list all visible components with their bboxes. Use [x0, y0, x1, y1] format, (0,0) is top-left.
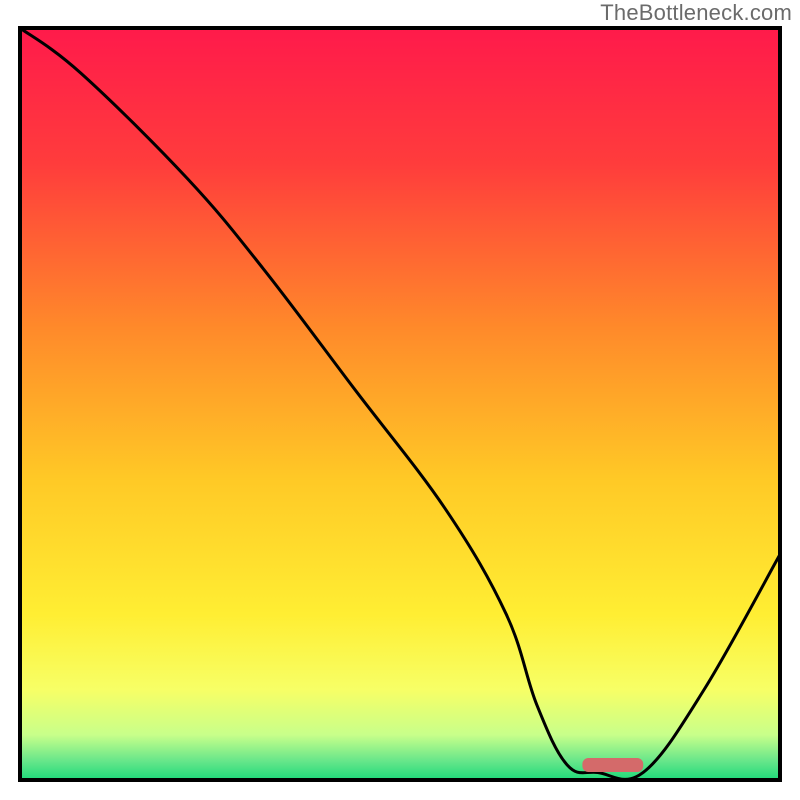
chart-container: TheBottleneck.com [0, 0, 800, 800]
optimal-zone-marker [582, 758, 643, 772]
watermark-text: TheBottleneck.com [600, 0, 792, 26]
bottleneck-chart [0, 0, 800, 800]
gradient-background [20, 28, 780, 780]
